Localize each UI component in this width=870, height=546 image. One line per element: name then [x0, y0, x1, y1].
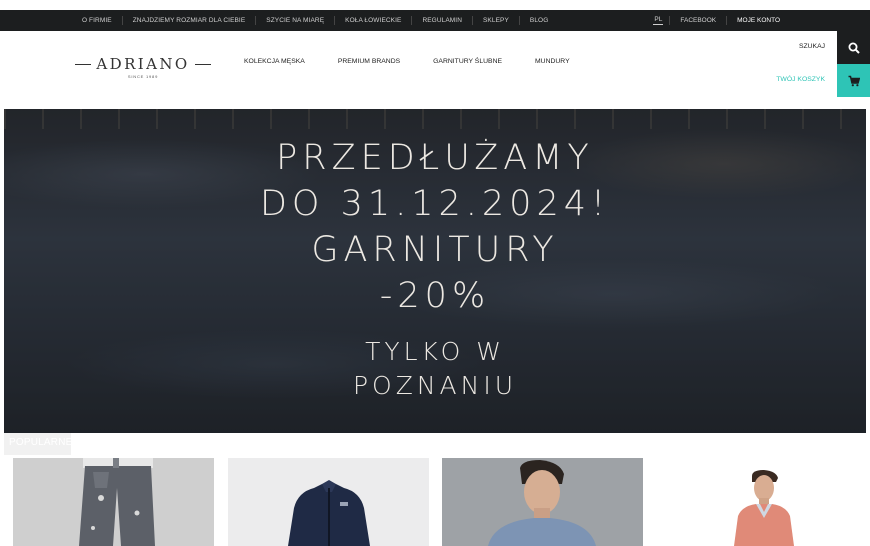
- popular-tab[interactable]: POPULARNE: [4, 433, 73, 455]
- logo-rule-right: [195, 64, 211, 65]
- product-image: [228, 458, 429, 546]
- top-nav: O FIRMIE ZNAJDZIEMY ROZMIAR DLA CIEBIE S…: [72, 10, 558, 31]
- hero-line: PRZEDŁUŻAMY: [276, 138, 594, 178]
- logo-since: SINCE 1989: [127, 74, 159, 79]
- hero-headline: PRZEDŁUŻAMY DO 31.12.2024! GARNITURY -20…: [4, 135, 866, 319]
- main-nav: KOLEKCJA MĘSKA PREMIUM BRANDS GARNITURY …: [228, 58, 603, 65]
- cart-label[interactable]: TWÓJ KOSZYK: [776, 76, 825, 83]
- search-button[interactable]: [837, 31, 870, 64]
- page-top-gap: [0, 0, 870, 10]
- search-label[interactable]: SZUKAJ: [799, 43, 825, 50]
- top-link-kola[interactable]: KOŁA ŁOWIECKIE: [334, 16, 411, 25]
- top-link-rozmiar[interactable]: ZNAJDZIEMY ROZMIAR DLA CIEBIE: [121, 16, 256, 25]
- language-switch[interactable]: PL: [653, 16, 664, 25]
- hero-line: -20%: [379, 276, 491, 316]
- header: ADRIANO SINCE 1989 KOLEKCJA MĘSKA PREMIU…: [0, 31, 870, 101]
- top-link-sklepy[interactable]: SKLEPY: [472, 16, 519, 25]
- top-link-o-firmie[interactable]: O FIRMIE: [72, 16, 122, 25]
- product-image: [656, 458, 857, 546]
- cart-icon: [848, 75, 860, 86]
- top-link-regulamin[interactable]: REGULAMIN: [411, 16, 472, 25]
- nav-mundury[interactable]: MUNDURY: [535, 58, 570, 65]
- facebook-link[interactable]: FACEBOOK: [669, 16, 726, 25]
- popular-tab-label: POPULARNE: [9, 437, 73, 448]
- nav-kolekcja-meska[interactable]: KOLEKCJA MĘSKA: [244, 58, 305, 65]
- logo-wordmark: ADRIANO: [96, 55, 190, 73]
- product-image: [442, 458, 643, 546]
- top-bar: O FIRMIE ZNAJDZIEMY ROZMIAR DLA CIEBIE S…: [0, 10, 870, 31]
- logo[interactable]: ADRIANO SINCE 1989: [75, 55, 211, 81]
- logo-rule-left: [75, 64, 91, 65]
- hero-sub-line: POZNANIU: [352, 371, 518, 400]
- nav-premium-brands[interactable]: PREMIUM BRANDS: [338, 58, 400, 65]
- hero-line: GARNITURY: [311, 230, 559, 270]
- product-card[interactable]: [13, 458, 214, 546]
- top-link-szycie[interactable]: SZYCIE NA MIARĘ: [255, 16, 334, 25]
- hero-line: DO 31.12.2024!: [259, 184, 611, 224]
- product-card[interactable]: [228, 458, 429, 546]
- search-icon: [848, 42, 860, 54]
- hero-banner[interactable]: PRZEDŁUŻAMY DO 31.12.2024! GARNITURY -20…: [4, 109, 866, 433]
- top-link-blog[interactable]: BLOG: [518, 16, 558, 25]
- nav-garnitury-slubne[interactable]: GARNITURY ŚLUBNE: [433, 58, 502, 65]
- cart-button[interactable]: [837, 64, 870, 97]
- product-card[interactable]: [656, 458, 857, 546]
- hero-sub-line: TYLKO W: [365, 337, 505, 366]
- product-image: [13, 458, 214, 546]
- hero-subline: TYLKO W POZNANIU: [4, 335, 866, 403]
- account-link[interactable]: MOJE KONTO: [726, 16, 780, 25]
- top-right: PL FACEBOOK MOJE KONTO: [653, 10, 780, 31]
- product-card[interactable]: [442, 458, 643, 546]
